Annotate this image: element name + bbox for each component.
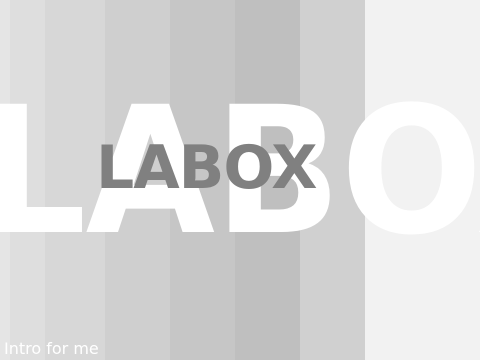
- small-logo-text: LABOX: [96, 133, 318, 203]
- project-stage[interactable]: LABOX LABOX Intro for me: [0, 0, 480, 360]
- intro-caption: Intro for me: [4, 339, 99, 358]
